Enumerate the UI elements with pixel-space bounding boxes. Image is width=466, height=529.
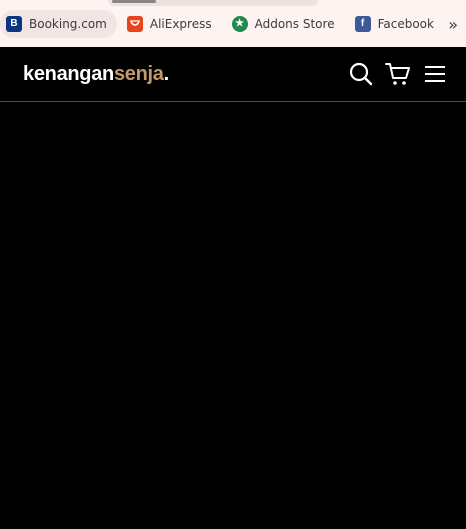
bookmark-booking[interactable]: B Booking.com [0, 9, 117, 38]
logo-part-2: senja [113, 63, 164, 85]
page-content [0, 102, 466, 529]
bookmark-aliexpress[interactable]: AliExpress [121, 10, 222, 38]
bookmark-label: AliExpress [149, 16, 212, 31]
logo-dot: . [163, 63, 170, 85]
tab-scroll-thumb[interactable] [112, 0, 156, 3]
site-header: kenangansenja. [0, 47, 466, 102]
bookmarks-overflow-icon[interactable]: » [448, 15, 458, 34]
cart-icon[interactable] [385, 61, 411, 87]
bookmark-label: Facebook [377, 16, 434, 31]
booking-favicon-icon: B [6, 15, 22, 32]
search-icon[interactable] [348, 61, 374, 87]
bookmark-addons-store[interactable]: ★ Addons Store [226, 10, 345, 38]
addons-store-favicon-icon: ★ [231, 15, 248, 32]
bookmark-label: Addons Store [254, 16, 335, 31]
facebook-favicon-icon: f [354, 15, 371, 32]
site-logo[interactable]: kenangansenja. [23, 63, 169, 86]
aliexpress-favicon-icon [126, 15, 143, 32]
tab-scroll-indicator[interactable] [108, 0, 318, 6]
bookmark-facebook[interactable]: f Facebook [349, 10, 444, 38]
bookmark-label: Booking.com [29, 16, 107, 31]
menu-icon[interactable] [422, 61, 448, 87]
logo-part-1: kenangan [23, 63, 114, 85]
bookmarks-bar: B Booking.com AliExpress ★ Addons Store … [0, 0, 466, 47]
header-actions [337, 61, 448, 87]
